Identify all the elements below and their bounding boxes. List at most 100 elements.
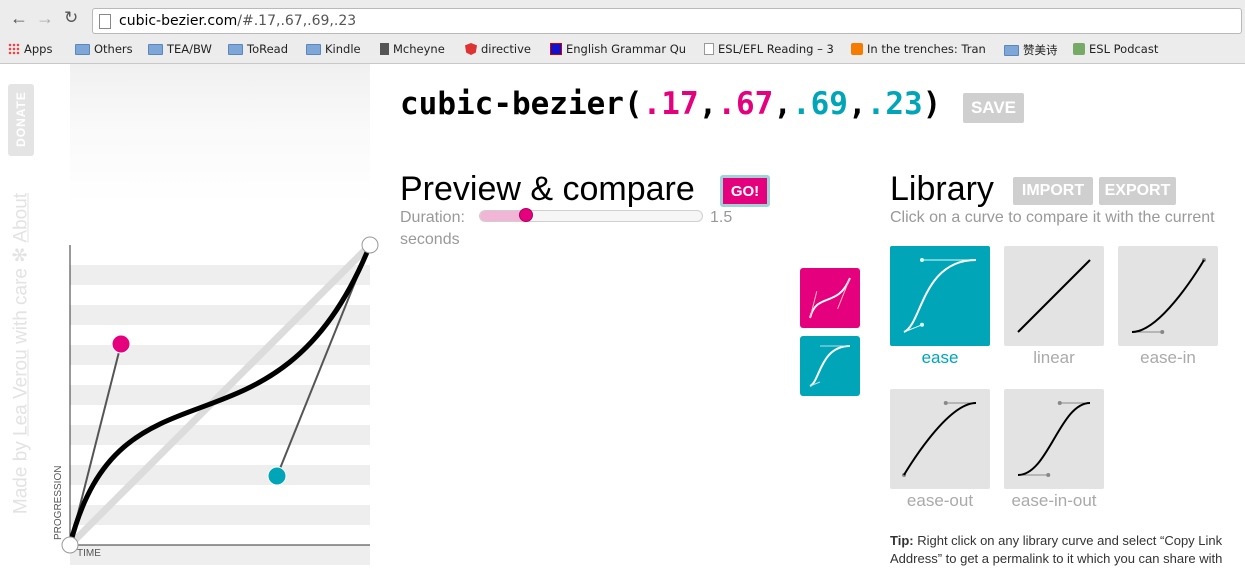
thumbnail-handle-dot bbox=[920, 258, 924, 262]
bookmark-label: English Grammar Qu bbox=[566, 42, 687, 56]
bookmark-apps[interactable]: Apps bbox=[8, 42, 52, 56]
duration-label: Duration: bbox=[400, 209, 465, 226]
cubic-bezier-title: cubic-bezier(.17,.67,.69,.23) bbox=[400, 86, 941, 122]
current-curve-thumbnail bbox=[809, 277, 851, 319]
end-point bbox=[361, 236, 379, 254]
bookmark-english-grammar[interactable]: English Grammar Qu bbox=[550, 42, 686, 56]
thumbnail-curve bbox=[903, 259, 977, 333]
save-button[interactable]: SAVE bbox=[963, 93, 1024, 123]
bookmark-label: In the trenches: Tran bbox=[867, 42, 986, 56]
page-icon bbox=[99, 14, 111, 29]
library-instruction: Click on a curve to compare it with the … bbox=[890, 209, 1215, 226]
apps-grid-icon bbox=[8, 43, 20, 55]
page-content: DONATE Made by Lea Verou with care ✻ Abo… bbox=[0, 64, 1245, 580]
library-tile-ease-out[interactable] bbox=[890, 389, 990, 489]
comma: , bbox=[773, 86, 792, 122]
duration-value: 1.5 bbox=[710, 209, 733, 226]
thumbnail-handle bbox=[809, 291, 818, 319]
tip-line-1: Right click on any library curve and sel… bbox=[917, 533, 1223, 548]
bookmark-kindle[interactable]: Kindle bbox=[306, 42, 361, 56]
bookmarks-bar: Apps Others TEA/BW ToRead Kindle Mcheyne… bbox=[0, 38, 1245, 62]
library-heading: Library bbox=[890, 170, 994, 208]
thumbnail-handle-dot bbox=[1046, 473, 1051, 477]
bookmark-label: Mcheyne bbox=[393, 42, 445, 56]
thumbnail-handle-dot bbox=[1057, 401, 1062, 405]
x-axis-label: TIME bbox=[77, 548, 101, 559]
bookmark-hymns[interactable]: 赞美诗 bbox=[1004, 42, 1058, 58]
bookmark-label: Apps bbox=[24, 42, 53, 56]
bookmark-in-the-trenches[interactable]: In the trenches: Tran bbox=[851, 42, 986, 56]
go-button[interactable]: GO! bbox=[720, 175, 770, 207]
duration-unit: seconds bbox=[400, 231, 460, 248]
back-icon[interactable]: ← bbox=[10, 8, 28, 28]
blogger-icon bbox=[851, 43, 863, 55]
folder-icon bbox=[1004, 44, 1019, 56]
bookmark-directive[interactable]: directive bbox=[465, 42, 531, 56]
url-text[interactable]: cubic-bezier.com/#.17,.67,.69,.23 bbox=[119, 13, 356, 29]
library-tile-ease[interactable] bbox=[890, 246, 990, 346]
tip-line-2: Address” to get a permalink to it which … bbox=[890, 551, 1223, 566]
page-icon bbox=[704, 43, 714, 55]
library-tile-label: ease bbox=[921, 348, 959, 367]
value-x2: .69 bbox=[791, 86, 848, 122]
curve-thumbnail bbox=[903, 258, 977, 333]
url-host: cubic-bezier.com bbox=[119, 13, 238, 29]
preview-current-curve[interactable] bbox=[800, 268, 860, 328]
compare-curve-thumbnail bbox=[809, 345, 851, 387]
bookmark-label: ToRead bbox=[247, 42, 289, 56]
export-button[interactable]: EXPORT bbox=[1099, 177, 1176, 205]
bookmark-others[interactable]: Others bbox=[75, 42, 133, 56]
url-path: /#.17,.67,.69,.23 bbox=[237, 13, 357, 29]
import-button[interactable]: IMPORT bbox=[1013, 177, 1093, 205]
comma: , bbox=[698, 86, 718, 122]
bookmark-label: directive bbox=[481, 42, 531, 56]
preview-heading: Preview & compare bbox=[400, 170, 695, 208]
thumbnail-curve bbox=[809, 345, 851, 387]
folder-icon bbox=[306, 43, 321, 55]
duration-slider-thumb[interactable] bbox=[519, 208, 534, 222]
library-tile-label: ease-in-out bbox=[1011, 491, 1097, 510]
thumbnail-curve bbox=[1017, 402, 1091, 476]
thumbnail-handle-dot bbox=[920, 322, 924, 327]
bookmark-label: Others bbox=[94, 42, 133, 56]
library-tile-label: linear bbox=[1033, 348, 1075, 367]
blue-square-icon bbox=[550, 43, 562, 55]
thumbnail-curve bbox=[1017, 259, 1091, 333]
bookmark-esl-efl-reading[interactable]: ESL/EFL Reading – 3 bbox=[704, 42, 834, 56]
thumbnail-curve bbox=[1131, 259, 1205, 333]
folder-icon bbox=[228, 43, 243, 55]
thumbnail-handle-dot bbox=[943, 401, 948, 405]
bookmark-toread[interactable]: ToRead bbox=[228, 42, 288, 56]
forward-icon[interactable]: → bbox=[36, 8, 54, 28]
bookmark-esl-podcast[interactable]: ESL Podcast bbox=[1073, 42, 1158, 56]
curve-thumbnail bbox=[1017, 401, 1091, 477]
library-tile-ease-in[interactable] bbox=[1118, 246, 1218, 346]
library-tile-ease-in-out[interactable] bbox=[1004, 389, 1104, 489]
comma: , bbox=[847, 86, 867, 122]
address-bar[interactable]: cubic-bezier.com/#.17,.67,.69,.23 bbox=[92, 8, 1242, 34]
angular-icon bbox=[465, 43, 477, 55]
book-icon bbox=[380, 43, 389, 55]
navigation-bar: ← → ↻ cubic-bezier.com/#.17,.67,.69,.23 bbox=[0, 0, 1245, 38]
bookmark-mcheyne[interactable]: Mcheyne bbox=[380, 42, 445, 56]
curve-thumbnail bbox=[1131, 258, 1206, 334]
title-prefix: cubic-bezier( bbox=[400, 86, 643, 122]
linear-reference-line bbox=[67, 242, 373, 548]
bookmark-tea-bw[interactable]: TEA/BW bbox=[148, 42, 212, 56]
reload-icon[interactable]: ↻ bbox=[64, 8, 78, 28]
curve-thumbnail bbox=[1017, 259, 1091, 333]
tip-label: Tip: bbox=[890, 533, 914, 548]
bookmark-label: TEA/BW bbox=[167, 42, 212, 56]
thumbnail-curve bbox=[809, 277, 851, 319]
thumbnail-handle-dot bbox=[1160, 330, 1165, 334]
preview-compare-curve[interactable] bbox=[800, 336, 860, 396]
duration-slider[interactable] bbox=[479, 208, 703, 222]
esl-podcast-icon bbox=[1073, 43, 1085, 55]
library-tile-label: ease-out bbox=[906, 491, 974, 510]
title-suffix: ) bbox=[922, 86, 942, 122]
library-tile-linear[interactable] bbox=[1004, 246, 1104, 346]
bookmark-label: 赞美诗 bbox=[1023, 43, 1058, 57]
control-point-2-handle[interactable] bbox=[267, 466, 287, 486]
control-point-1-handle[interactable] bbox=[111, 334, 131, 354]
start-point bbox=[61, 536, 79, 554]
